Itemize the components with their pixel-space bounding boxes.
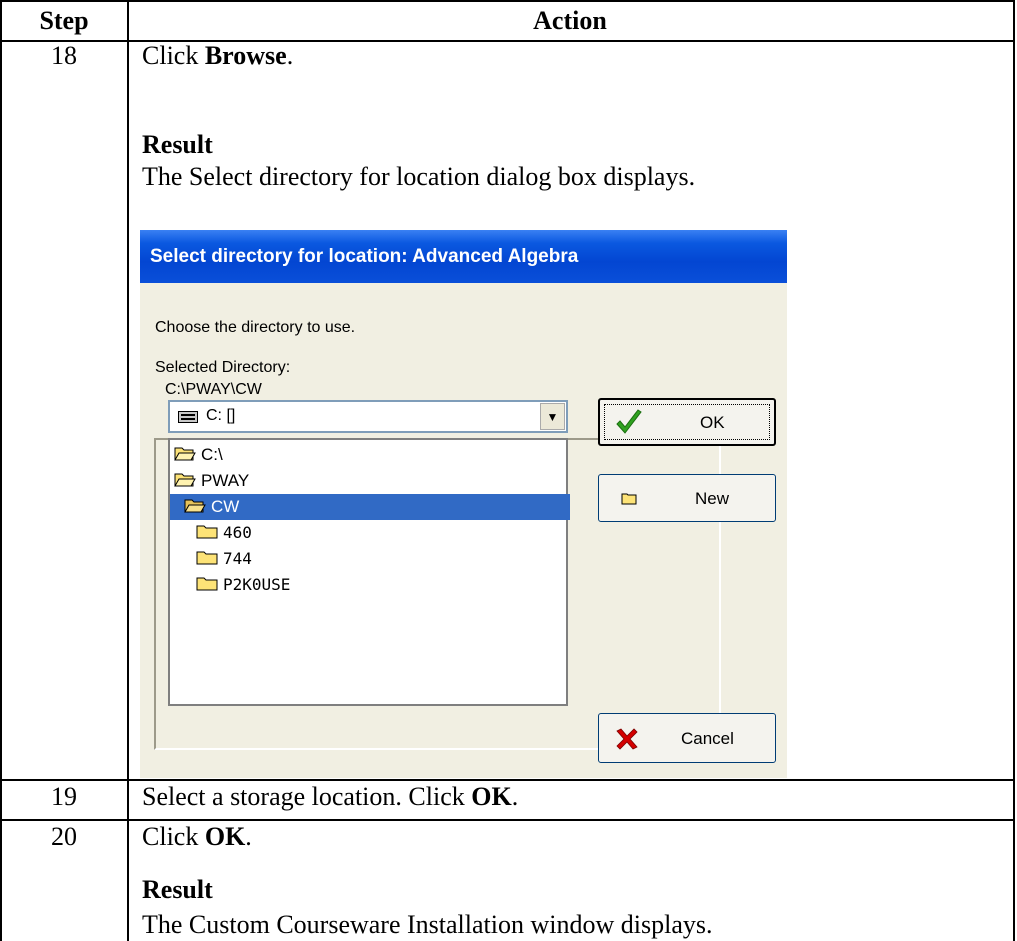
dropdown-arrow-icon[interactable]: ▼ [540,403,565,430]
cancel-button[interactable]: Cancel [598,713,776,763]
new-label: New [695,489,730,508]
tree-item[interactable]: 460 [170,520,592,546]
checkmark-icon [616,409,642,434]
step-number: 18 [51,41,77,70]
step-number: 19 [51,782,77,811]
step-instruction: Click OK. [142,822,252,851]
result-text: The Custom Courseware Installation windo… [142,910,713,939]
tree-item[interactable]: P2K0USE [170,572,592,598]
ok-label: OK [204,822,246,851]
result-label: Result [142,875,213,904]
cancel-label: Cancel [681,729,734,748]
drive-value: C: [] [206,407,236,424]
table-row-divider-19 [0,819,1014,821]
header-action: Action [533,6,607,35]
step-number: 20 [51,822,77,851]
header-step: Step [39,6,89,35]
open-folder-icon [174,473,196,487]
folder-icon [621,493,637,505]
open-folder-icon [174,447,196,461]
x-icon [616,728,638,750]
table-top-border [0,0,1014,2]
table-row-divider-18 [0,779,1014,781]
result-label: Result [142,130,213,159]
drive-select[interactable]: C: [] ▼ [168,400,568,433]
browse-label: Browse [204,41,287,70]
tree-item[interactable]: C:\ [170,442,570,468]
folder-icon [196,525,218,539]
ok-label: OK [700,413,725,432]
open-folder-icon [184,499,206,513]
selected-directory-path: C:\PWAY\CW [165,381,262,398]
step-instruction: Click Browse. [142,41,294,70]
drive-icon [178,410,198,428]
tree-item[interactable]: 744 [170,546,592,572]
ok-label: OK [471,782,512,811]
step-instruction: Select a storage location. Click OK. [142,782,519,811]
instruction-text: Choose the directory to use. [155,319,356,336]
folder-icon [196,577,218,591]
new-button[interactable]: New [598,474,776,522]
tree-item-selected[interactable]: CW [170,494,570,520]
table-right-border [1013,0,1015,941]
dialog-title-bar: Select directory for location: Advanced … [140,230,787,283]
folder-icon [196,551,218,565]
directory-tree[interactable]: C:\ PWAY CW 460 744 P2K0USE [168,438,570,706]
ok-button[interactable]: OK [598,398,776,446]
selected-directory-label: Selected Directory: [155,359,291,376]
tree-item[interactable]: PWAY [170,468,570,494]
result-text: The Select directory for location dialog… [142,162,696,191]
